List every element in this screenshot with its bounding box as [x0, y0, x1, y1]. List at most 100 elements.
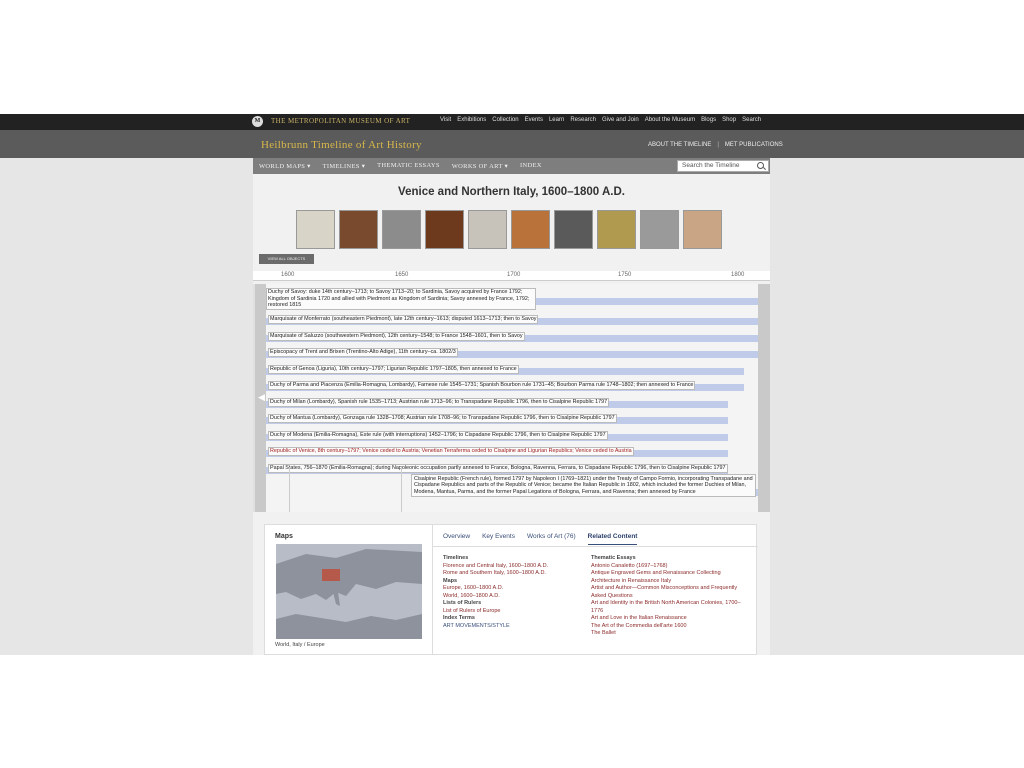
related-link[interactable]: Artist and Author—Common Misconceptions … [591, 585, 751, 600]
site-title[interactable]: Heilbrunn Timeline of Art History [261, 139, 422, 151]
divider [289, 467, 290, 512]
nav-item[interactable]: THEMATIC ESSAYS [377, 162, 440, 170]
met-name-link[interactable]: THE METROPOLITAN MUSEUM OF ART [271, 117, 410, 125]
timeline-chart: ◀ Duchy of Savoy: duke 14th century–1713… [253, 284, 770, 512]
related-link[interactable]: ART MOVEMENTS/STYLE [443, 623, 583, 631]
timeline-label[interactable]: Republic of Genoa (Liguria), 10th centur… [268, 364, 519, 374]
divider: | [717, 142, 719, 148]
about-timeline-link[interactable]: ABOUT THE TIMELINE [648, 142, 711, 148]
met-nav: Visit Exhibitions Collection Events Learn Res… [440, 117, 761, 123]
timeline-scroll-right[interactable]: ▶ [758, 284, 770, 512]
nav-item[interactable]: TIMELINES ▾ [323, 162, 366, 170]
search-input[interactable]: Search the Timeline [677, 160, 769, 172]
timeline-label[interactable]: Marquisate of Saluzzo (southwestern Pied… [268, 331, 525, 341]
timeline-label[interactable]: Duchy of Modena (Emilia-Romagna), Este r… [268, 430, 608, 440]
artwork-thumbnail[interactable] [640, 210, 679, 249]
timeline-scroll-left[interactable]: ◀ [255, 284, 266, 512]
search-placeholder: Search the Timeline [682, 162, 740, 169]
artwork-thumbnail[interactable] [683, 210, 722, 249]
axis-tick: 1700 [507, 272, 521, 278]
divider [401, 467, 402, 512]
section-heading: Timelines [443, 555, 469, 561]
related-link[interactable]: List of Rulers of Europe [443, 608, 583, 616]
nav-item[interactable]: INDEX [520, 162, 542, 170]
axis-tick: 1650 [395, 272, 409, 278]
timeline-label[interactable]: Republic of Venice, 8th century–1797; Ve… [268, 447, 634, 456]
divider [433, 546, 758, 547]
tab-key-events[interactable]: Key Events [482, 533, 515, 545]
search-icon[interactable] [757, 162, 764, 169]
artwork-thumbnail[interactable] [425, 210, 464, 249]
related-link[interactable]: The Ballet [591, 630, 751, 638]
view-all-objects-button[interactable]: VIEW ALL OBJECTS [259, 254, 314, 264]
page-title: Venice and Northern Italy, 1600–1800 A.D… [398, 186, 625, 198]
met-logo-icon[interactable]: M [252, 116, 263, 127]
timeline-label[interactable]: Duchy of Savoy: duke 14th century–1713; … [266, 288, 536, 310]
related-column-right: Thematic Essays Antonio Canaletto (1697–1… [591, 555, 751, 638]
timeline-rows: Duchy of Savoy: duke 14th century–1713; … [266, 284, 758, 512]
related-link[interactable]: Art and Identity in the British North Am… [591, 600, 751, 615]
map-thumbnail[interactable] [276, 544, 422, 639]
artwork-thumbnail[interactable] [597, 210, 636, 249]
related-link[interactable]: Architecture in Renaissance Italy [591, 578, 751, 586]
timeline-label[interactable]: Papal States, 756–1870 (Emilia-Romagna);… [268, 463, 728, 473]
artwork-thumbnail[interactable] [296, 210, 335, 249]
artwork-thumbnail[interactable] [339, 210, 378, 249]
related-link[interactable]: Antonio Canaletto (1697–1768) [591, 563, 751, 571]
map-caption[interactable]: World, Italy / Europe [275, 642, 325, 648]
artwork-thumbnail[interactable] [554, 210, 593, 249]
timeline-label[interactable]: Cisalpine Republic (French rule), formed… [411, 474, 756, 497]
map-icon [276, 544, 422, 639]
content-tabs: Overview Key Events Works of Art (76) Re… [443, 533, 638, 545]
main-panel: Venice and Northern Italy, 1600–1800 A.D… [253, 174, 770, 655]
artwork-thumbnail[interactable] [511, 210, 550, 249]
met-nav-link[interactable]: Research [570, 117, 596, 123]
related-column-left: Timelines Florence and Central Italy, 160… [443, 555, 583, 630]
section-heading: Lists of Rulers [443, 600, 482, 606]
section-heading: Index Terms [443, 615, 475, 621]
header-links: ABOUT THE TIMELINE | MET PUBLICATIONS [648, 142, 783, 148]
tab-related-content[interactable]: Related Content [587, 533, 638, 545]
met-nav-link[interactable]: Blogs [701, 117, 716, 123]
met-publications-link[interactable]: MET PUBLICATIONS [725, 142, 783, 148]
related-link[interactable]: Rome and Southern Italy, 1600–1800 A.D. [443, 570, 583, 578]
met-nav-link[interactable]: Give and Join [602, 117, 639, 123]
met-nav-link[interactable]: Exhibitions [457, 117, 486, 123]
related-panel: Maps World, Italy / Europe Overview Key … [264, 524, 758, 655]
tab-overview[interactable]: Overview [443, 533, 470, 545]
related-link[interactable]: Florence and Central Italy, 1600–1800 A.… [443, 563, 583, 571]
axis-tick: 1750 [618, 272, 632, 278]
timeline-axis: 1600 1650 1700 1750 1800 [253, 271, 770, 281]
met-nav-link[interactable]: Collection [492, 117, 518, 123]
maps-title: Maps [275, 533, 293, 540]
axis-tick: 1800 [731, 272, 745, 278]
timeline-label[interactable]: Episcopacy of Trent and Brixen (Trentino… [268, 348, 458, 357]
section-heading: Maps [443, 577, 458, 584]
nav-item[interactable]: WORLD MAPS ▾ [259, 162, 311, 170]
timeline-label[interactable]: Duchy of Parma and Piacenza (Emilia-Roma… [268, 381, 696, 390]
timeline-label[interactable]: Duchy of Milan (Lombardy), Spanish rule … [268, 397, 610, 407]
section-heading: Thematic Essays [591, 555, 636, 561]
met-nav-link[interactable]: Events [525, 117, 543, 123]
met-nav-link[interactable]: Visit [440, 117, 451, 123]
met-nav-link[interactable]: Search [742, 117, 761, 123]
page-viewport: M THE METROPOLITAN MUSEUM OF ART Visit Ex… [0, 114, 1024, 655]
met-nav-link[interactable]: About the Museum [645, 117, 695, 123]
related-link[interactable]: Europe, 1600–1800 A.D. [443, 585, 583, 593]
related-link[interactable]: Art and Love in the Italian Renaissance [591, 615, 751, 623]
related-link[interactable]: Antique Engraved Gems and Renaissance Co… [591, 570, 751, 578]
related-link[interactable]: World, 1600–1800 A.D. [443, 593, 583, 601]
related-link[interactable]: The Art of the Commedia dell'arte 1600 [591, 623, 751, 631]
main-nav: WORLD MAPS ▾ TIMELINES ▾ THEMATIC ESSAYS WO… [253, 158, 770, 174]
timeline-label[interactable]: Duchy of Mantua (Lombardy), Gonzaga rule… [268, 414, 617, 423]
timeline-label[interactable]: Marquisate of Monferrato (southeastern P… [268, 315, 539, 324]
tab-works-of-art[interactable]: Works of Art (76) [527, 533, 576, 545]
axis-tick: 1600 [281, 272, 295, 278]
artwork-thumbnail[interactable] [468, 210, 507, 249]
met-nav-link[interactable]: Learn [549, 117, 564, 123]
maps-column: Maps World, Italy / Europe [265, 525, 433, 655]
met-nav-link[interactable]: Shop [722, 117, 736, 123]
artwork-thumbnail[interactable] [382, 210, 421, 249]
arrow-left-icon[interactable]: ◀ [258, 392, 265, 403]
nav-item[interactable]: WORKS OF ART ▾ [452, 162, 508, 170]
